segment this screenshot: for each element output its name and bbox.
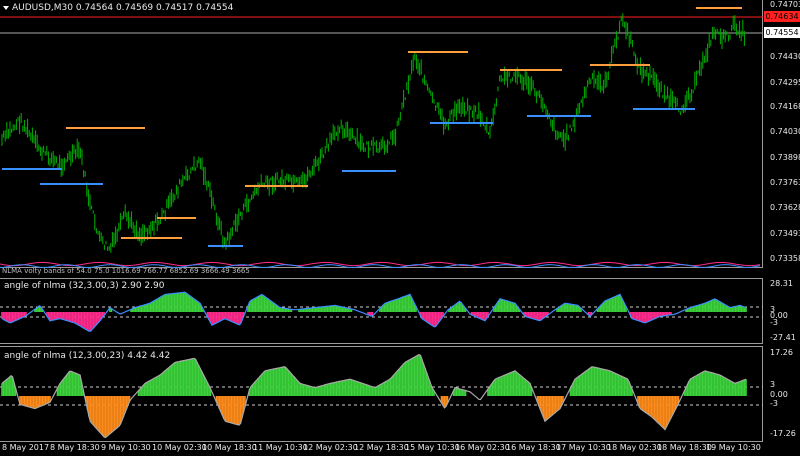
price-chart	[0, 7, 763, 268]
oscillator-2-title: angle of nlma (12,3.00,23) 4.42 4.42	[4, 351, 171, 361]
price-tick: 0.74703	[770, 0, 800, 9]
price-tick: 0.74430	[770, 52, 800, 61]
osc1-tick: -3	[770, 318, 778, 327]
top-line-price-tag: 0.74634	[764, 11, 800, 22]
osc2-tick: 17.26	[770, 348, 793, 357]
osc1-tick: 28.31	[770, 279, 793, 288]
time-tick: 18 May 02:30	[607, 443, 662, 452]
time-tick: 10 May 18:30	[202, 443, 257, 452]
time-tick: 12 May 02:30	[303, 443, 358, 452]
price-tick: 0.73358	[770, 254, 800, 263]
osc2-tick: 3	[770, 380, 776, 389]
time-tick: 17 May 10:30	[556, 443, 611, 452]
price-tick: 0.73628	[770, 203, 800, 212]
time-tick: 10 May 02:30	[152, 443, 207, 452]
time-tick: 16 May 02:30	[455, 443, 510, 452]
time-tick: 8 May 18:30	[50, 443, 100, 452]
time-tick: 12 May 18:30	[354, 443, 409, 452]
price-tick: 0.74168	[770, 102, 800, 111]
symbol-header: AUDUSD,M30 0.74564 0.74569 0.74517 0.745…	[12, 3, 233, 13]
price-tick: 0.73763	[770, 178, 800, 187]
time-tick: 8 May 2017	[2, 443, 50, 452]
osc2-tick: -17.26	[770, 429, 796, 438]
price-tick: 0.74295	[770, 78, 800, 87]
symbol-timeframe: AUDUSD,M30	[12, 3, 73, 13]
price-tick: 0.73493	[770, 229, 800, 238]
price-tick: 0.73898	[770, 153, 800, 162]
time-tick: 15 May 10:30	[405, 443, 460, 452]
time-tick: 19 May 10:30	[706, 443, 761, 452]
angle-line	[1, 291, 747, 332]
time-tick: 9 May 10:30	[101, 443, 151, 452]
chart-menu-arrow-icon[interactable]	[3, 6, 9, 10]
time-tick: 11 May 10:30	[253, 443, 308, 452]
osc1-tick: -27.41	[770, 333, 796, 342]
current-price-tag: 0.74554	[764, 27, 800, 38]
main-chart-pane[interactable]: AUDUSD,M30 0.74564 0.74569 0.74517 0.745…	[0, 0, 763, 275]
oscillator-1-title: angle of nlma (32,3.00,3) 2.90 2.90	[4, 281, 165, 291]
bands-caption: NLMA volty bands of 54.0 75.0 1016.69 76…	[2, 267, 250, 275]
osc2-tick: -3	[770, 399, 778, 408]
ohlc-values: 0.74564 0.74569 0.74517 0.74554	[75, 3, 234, 13]
oscillator-pane-2[interactable]: angle of nlma (12,3.00,23) 4.42 4.42	[0, 346, 763, 442]
time-tick: 16 May 18:30	[506, 443, 561, 452]
angle-histogram-2	[0, 353, 763, 439]
oscillator-pane-1[interactable]: angle of nlma (32,3.00,3) 2.90 2.90	[0, 278, 763, 344]
time-tick: 18 May 18:30	[657, 443, 712, 452]
price-bars	[1, 13, 745, 253]
price-tick: 0.74030	[770, 127, 800, 136]
